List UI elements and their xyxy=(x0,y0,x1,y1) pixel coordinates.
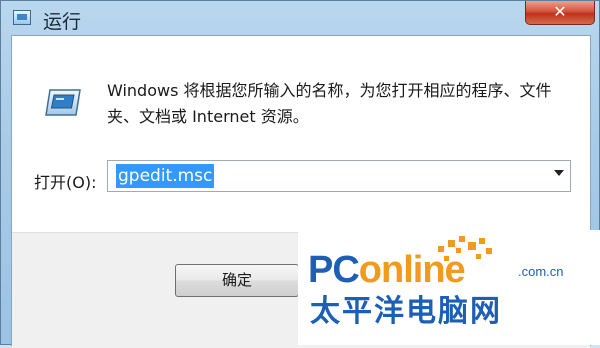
close-icon: ✕ xyxy=(553,2,567,21)
dropdown-arrow-icon[interactable] xyxy=(554,170,564,176)
run-program-icon xyxy=(45,89,81,116)
instruction-text: Windows 将根据您所输入的名称，为您打开相应的程序、文件夹、文档或 Int… xyxy=(107,81,552,126)
brand-wordmark: PConline xyxy=(308,249,466,291)
ok-button[interactable]: 确定 xyxy=(175,264,299,297)
open-label: 打开(O): xyxy=(34,173,97,192)
run-app-icon xyxy=(13,10,31,25)
pconline-watermark: PConline .com.cn 太平洋电脑网 xyxy=(298,230,600,345)
open-combobox[interactable]: gpedit.msc xyxy=(107,160,571,192)
title-bar[interactable]: 运行 ✕ xyxy=(1,1,600,35)
brand-domain: .com.cn xyxy=(518,264,564,279)
close-button[interactable]: ✕ xyxy=(525,1,595,25)
window-title: 运行 xyxy=(43,11,82,33)
brand-chinese-name: 太平洋电脑网 xyxy=(310,294,502,329)
open-input-value[interactable]: gpedit.msc xyxy=(116,164,215,188)
